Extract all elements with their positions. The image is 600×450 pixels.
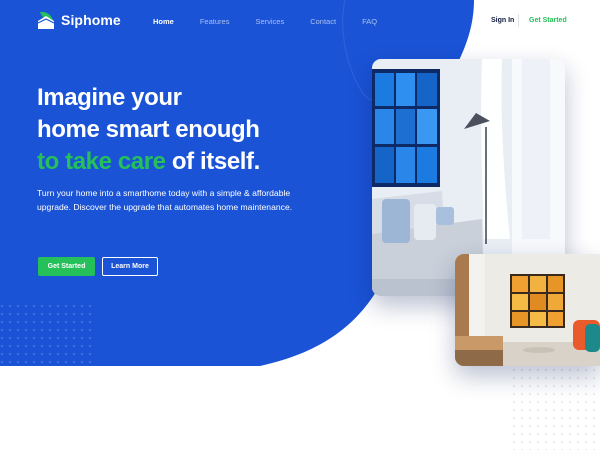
brand-name: Siphome bbox=[61, 12, 121, 28]
hero-headline: Imagine your home smart enough to take c… bbox=[37, 82, 260, 178]
nav-item-services[interactable]: Services bbox=[255, 17, 284, 26]
main-nav: Home Features Services Contact FAQ bbox=[153, 17, 403, 26]
nav-item-home[interactable]: Home bbox=[153, 17, 174, 26]
nav-divider bbox=[518, 14, 519, 27]
nav-get-started-link[interactable]: Get Started bbox=[529, 17, 567, 24]
nav-item-features[interactable]: Features bbox=[200, 17, 230, 26]
get-started-button[interactable]: Get Started bbox=[38, 257, 95, 276]
headline-line-1: Imagine your bbox=[37, 84, 182, 111]
leaf-house-icon bbox=[37, 11, 55, 29]
hero-subtext: Turn your home into a smarthome today wi… bbox=[37, 188, 293, 212]
brand-logo[interactable]: Siphome bbox=[37, 10, 121, 30]
headline-highlight: to take care bbox=[37, 148, 166, 175]
signin-link[interactable]: Sign In bbox=[491, 17, 514, 24]
nav-item-faq[interactable]: FAQ bbox=[362, 17, 377, 26]
headline-line-2: home smart enough bbox=[37, 116, 260, 143]
learn-more-button[interactable]: Learn More bbox=[102, 257, 158, 276]
nav-item-contact[interactable]: Contact bbox=[310, 17, 336, 26]
headline-line-3-rest: of itself. bbox=[171, 148, 260, 175]
interior-photo bbox=[455, 254, 600, 366]
